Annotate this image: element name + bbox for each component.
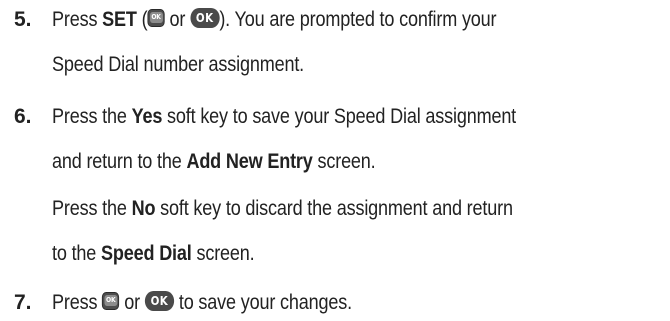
step-5-line-2: Speed Dial number assignment. bbox=[52, 53, 305, 76]
add-new-entry-label: Add New Entry bbox=[186, 150, 313, 173]
step-6-text: to the bbox=[52, 242, 102, 265]
step-6-text: Press the bbox=[52, 105, 132, 128]
step-6-text: screen. bbox=[191, 242, 255, 265]
step-7-text: or bbox=[119, 291, 145, 314]
step-7-number: 7. bbox=[14, 291, 32, 314]
ok-key-square-icon: OK bbox=[147, 9, 165, 28]
step-7-text: to save your changes. bbox=[174, 291, 352, 314]
step-7-text: Press bbox=[52, 291, 103, 314]
step-7-line-1: Press OK or OK to save your changes. bbox=[52, 290, 352, 316]
speed-dial-label: Speed Dial bbox=[101, 242, 192, 265]
step-6-line-3: Press the No soft key to discard the ass… bbox=[52, 196, 513, 222]
no-softkey-label: No bbox=[131, 197, 156, 220]
set-key-label: SET bbox=[102, 8, 137, 31]
ok-key-square-icon: OK bbox=[102, 292, 120, 311]
step-5-number: 5. bbox=[14, 8, 32, 31]
step-6-line-1: Press the Yes soft key to save your Spee… bbox=[52, 104, 516, 130]
ok-key-pill-icon: OK bbox=[190, 8, 220, 29]
step-6-text: soft key to discard the assignment and r… bbox=[155, 197, 513, 220]
ok-key-pill-icon: OK bbox=[144, 291, 175, 312]
yes-softkey-label: Yes bbox=[131, 105, 163, 128]
step-6-line-4: to the Speed Dial screen. bbox=[52, 241, 255, 267]
step-5-text: Press bbox=[52, 8, 103, 31]
step-6-number: 6. bbox=[14, 105, 32, 128]
step-5-text: or bbox=[164, 8, 191, 31]
step-6-text: and return to the bbox=[52, 150, 187, 173]
step-5-line-1: Press SET (OK or OK). You are prompted t… bbox=[52, 7, 497, 33]
step-6-text: Press the bbox=[52, 197, 132, 220]
step-6-line-2: and return to the Add New Entry screen. bbox=[52, 149, 376, 175]
manual-page: 5. Press SET (OK or OK). You are prompte… bbox=[0, 0, 670, 321]
step-6-text: screen. bbox=[312, 150, 376, 173]
step-5-text: ). You are prompted to confirm your bbox=[219, 8, 497, 31]
step-5-text: ( bbox=[136, 8, 148, 31]
step-6-text: soft key to save your Speed Dial assignm… bbox=[162, 105, 517, 128]
